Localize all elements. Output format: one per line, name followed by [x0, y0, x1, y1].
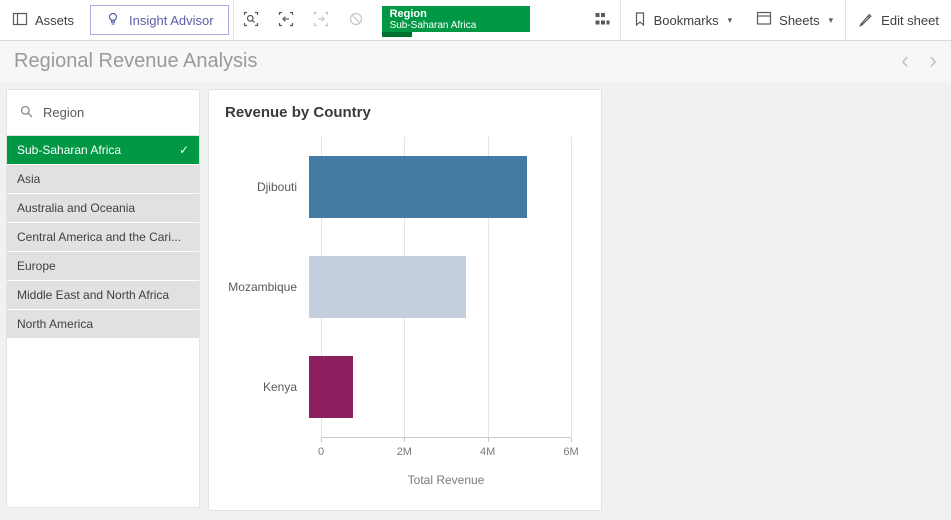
- sheets-icon: [756, 11, 772, 29]
- assets-panel-icon: [12, 11, 28, 30]
- smart-search-button[interactable]: [234, 0, 269, 40]
- listbox-item-label: Sub-Saharan Africa: [17, 143, 121, 157]
- qlik-app-window: Assets Insight Advisor: [0, 0, 951, 520]
- app-grid-button[interactable]: [585, 0, 620, 40]
- pencil-icon: [858, 11, 874, 30]
- listbox-item-label: Europe: [17, 259, 56, 273]
- clear-selections-button[interactable]: [339, 0, 374, 40]
- bookmark-icon: [633, 11, 647, 30]
- axis-tick-label: 0: [318, 446, 324, 458]
- sheet-content: Region Sub-Saharan Africa ✓ Asia Australia …: [0, 81, 951, 520]
- top-toolbar: Assets Insight Advisor: [0, 0, 951, 41]
- toolbar-right-group: Bookmarks ▾ Sheets ▾ Edi: [585, 0, 951, 40]
- listbox-item-label: Middle East and North Africa: [17, 288, 169, 302]
- listbox-item[interactable]: North America: [7, 310, 199, 338]
- axis-tick: [321, 438, 322, 442]
- assets-label: Assets: [35, 13, 74, 28]
- search-icon: [19, 104, 34, 122]
- region-filter-listbox: Region Sub-Saharan Africa ✓ Asia Australia …: [6, 89, 200, 508]
- axis-tick: [404, 438, 405, 442]
- step-back-icon: [277, 10, 295, 31]
- axis-tick: [488, 438, 489, 442]
- grid-icon: [594, 11, 610, 30]
- bookmarks-button[interactable]: Bookmarks ▾: [621, 0, 745, 40]
- x-axis-title: Total Revenue: [321, 473, 571, 487]
- sheet-titlebar: Regional Revenue Analysis ‹ ›: [0, 41, 951, 81]
- bar-row: Djibouti: [225, 137, 585, 237]
- listbox-item[interactable]: Australia and Oceania: [7, 194, 199, 222]
- sheet-title: Regional Revenue Analysis: [14, 50, 258, 73]
- listbox-title: Region: [43, 105, 84, 120]
- sheets-button[interactable]: Sheets ▾: [744, 0, 845, 40]
- bar-kenya[interactable]: [309, 356, 353, 418]
- revenue-chart-panel: Revenue by Country Djibouti Mozambique Ken…: [208, 89, 602, 511]
- listbox-item-label: North America: [17, 317, 93, 331]
- toolbar-left-group: Assets Insight Advisor: [0, 0, 530, 40]
- x-axis: 02M4M6M: [321, 437, 571, 463]
- caret-down-icon: ▾: [728, 15, 733, 26]
- sheet-navigation: ‹ ›: [901, 49, 937, 73]
- edit-sheet-label: Edit sheet: [881, 13, 939, 28]
- bar-chart: Djibouti Mozambique Kenya 0 2M 4M 6M Total Re…: [225, 137, 585, 503]
- selection-chip-region[interactable]: Region Sub-Saharan Africa: [382, 6, 530, 32]
- insight-advisor-button[interactable]: Insight Advisor: [90, 5, 229, 35]
- listbox-item[interactable]: Middle East and North Africa: [7, 281, 199, 309]
- next-sheet-chevron-icon[interactable]: ›: [929, 49, 937, 73]
- prev-sheet-chevron-icon[interactable]: ‹: [901, 49, 909, 73]
- category-label: Kenya: [225, 380, 309, 394]
- axis-tick-label: 4M: [480, 446, 495, 458]
- selection-chip-value: Sub-Saharan Africa: [390, 20, 522, 31]
- bookmarks-label: Bookmarks: [654, 13, 719, 28]
- listbox-item[interactable]: Central America and the Cari...: [7, 223, 199, 251]
- bar-track: [309, 256, 571, 318]
- listbox-item-label: Australia and Oceania: [17, 201, 135, 215]
- step-forward-icon: [312, 10, 330, 31]
- chart-title: Revenue by Country: [225, 104, 585, 121]
- category-label: Mozambique: [225, 280, 309, 294]
- selection-chip-underline: [382, 32, 412, 37]
- listbox-item[interactable]: Sub-Saharan Africa ✓: [7, 136, 199, 164]
- selection-chip-field: Region: [390, 8, 522, 20]
- edit-sheet-button[interactable]: Edit sheet: [846, 0, 951, 40]
- listbox-item-label: Asia: [17, 172, 40, 186]
- bar-djibouti[interactable]: [309, 156, 527, 218]
- axis-tick-label: 2M: [397, 446, 412, 458]
- bar-track: [309, 156, 571, 218]
- category-label: Djibouti: [225, 180, 309, 194]
- listbox-header[interactable]: Region: [7, 90, 199, 136]
- listbox-item[interactable]: Asia: [7, 165, 199, 193]
- smart-search-icon: [242, 10, 260, 31]
- assets-button[interactable]: Assets: [0, 0, 86, 40]
- clear-selections-icon: [347, 10, 365, 31]
- bar-row: Kenya: [225, 337, 585, 437]
- sheets-label: Sheets: [779, 13, 819, 28]
- axis-tick-label: 6M: [563, 446, 578, 458]
- axis-tick: [571, 438, 572, 442]
- checkmark-icon: ✓: [179, 143, 189, 157]
- bar-mozambique[interactable]: [309, 256, 466, 318]
- step-forward-selections-button[interactable]: [304, 0, 339, 40]
- bar-rows: Djibouti Mozambique Kenya: [225, 137, 585, 437]
- bar-row: Mozambique: [225, 237, 585, 337]
- insight-advisor-icon: [105, 11, 121, 30]
- listbox-item-label: Central America and the Cari...: [17, 230, 181, 244]
- bar-track: [309, 356, 571, 418]
- caret-down-icon: ▾: [829, 15, 834, 26]
- listbox-item[interactable]: Europe: [7, 252, 199, 280]
- listbox-items: Sub-Saharan Africa ✓ Asia Australia and Oce…: [7, 136, 199, 338]
- step-back-selections-button[interactable]: [269, 0, 304, 40]
- insight-advisor-label: Insight Advisor: [129, 13, 214, 28]
